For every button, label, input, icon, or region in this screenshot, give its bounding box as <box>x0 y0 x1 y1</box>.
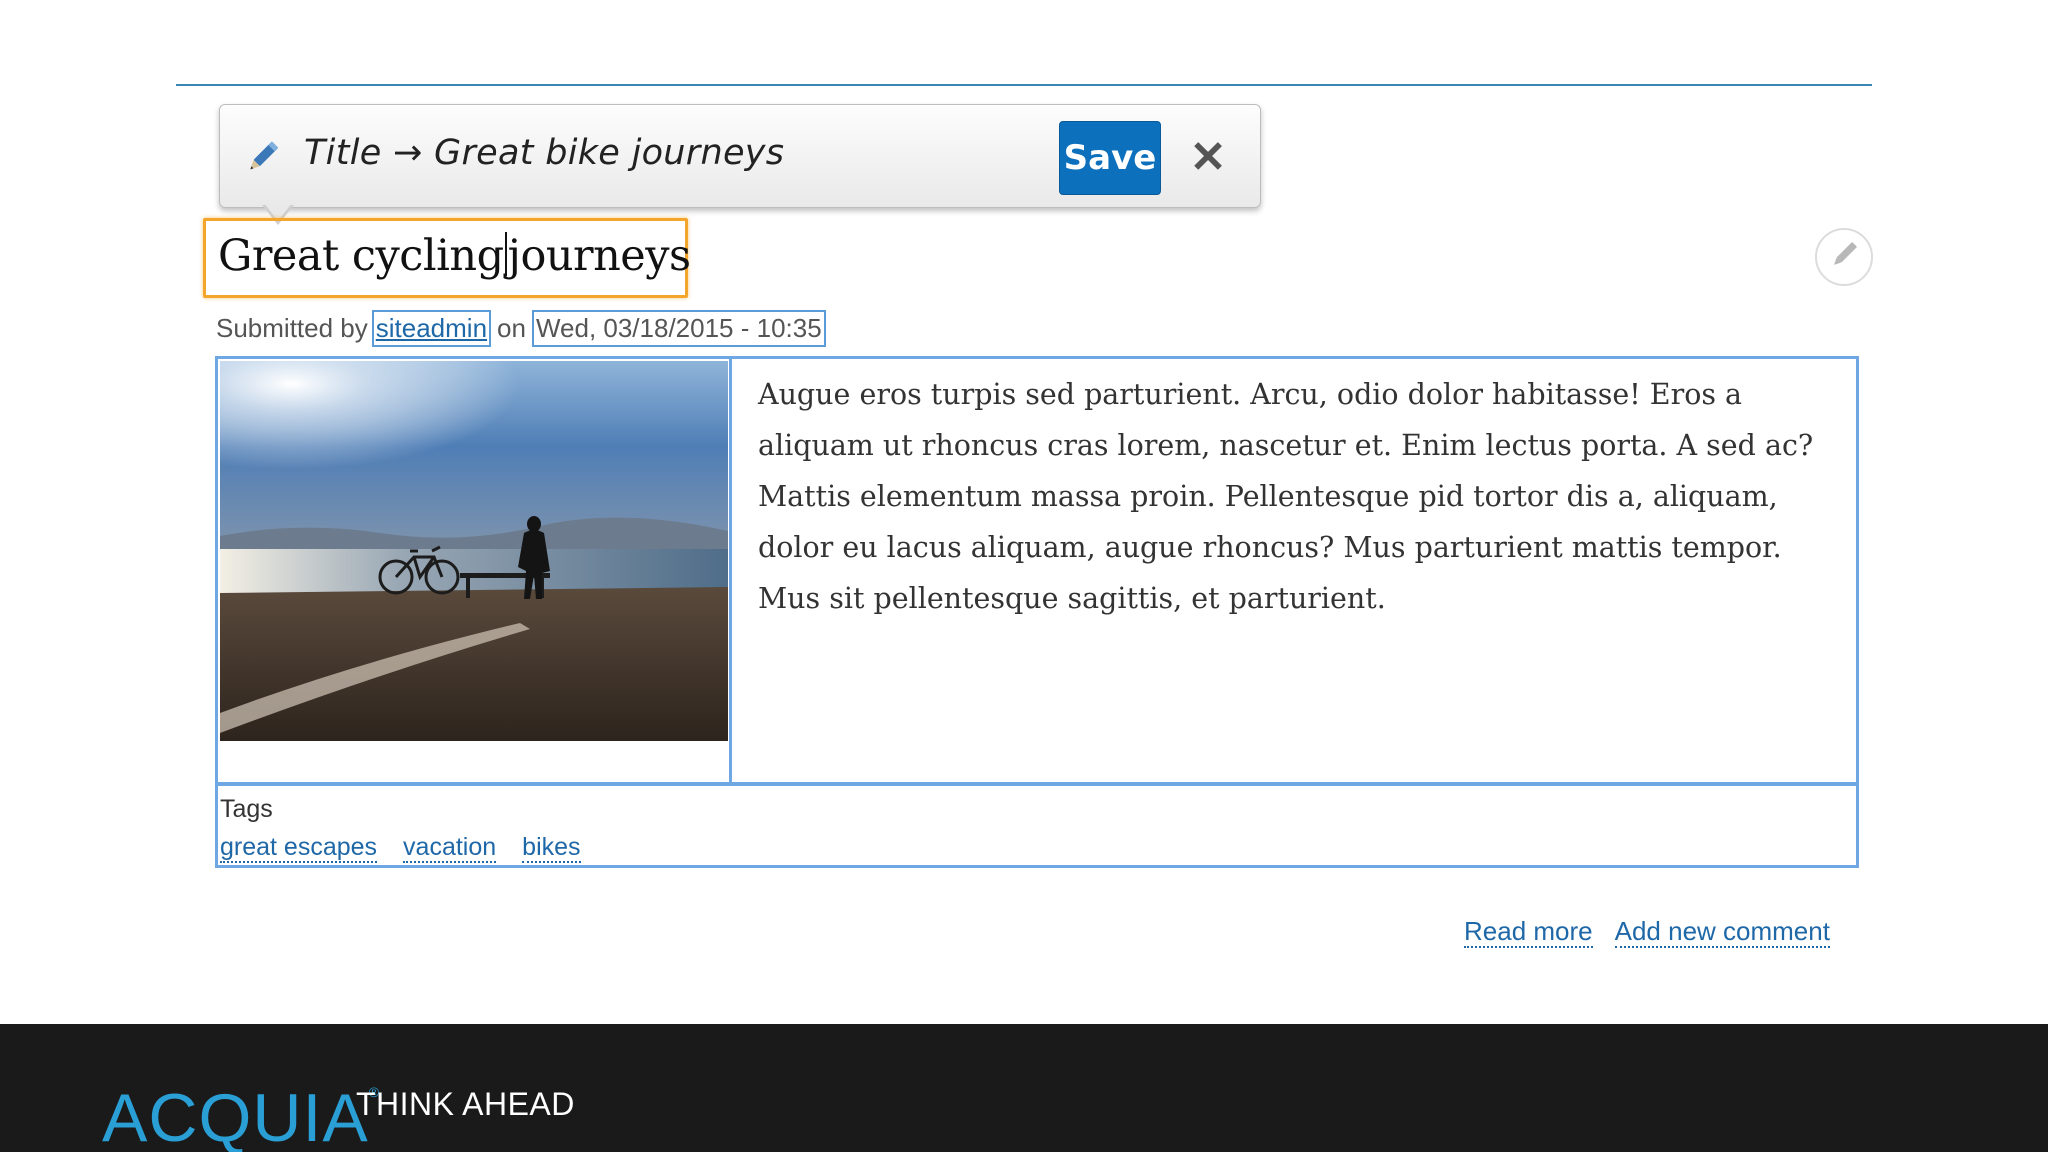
acquia-logo: ACQUIA® <box>102 1080 381 1152</box>
author-link[interactable]: siteadmin <box>371 310 492 347</box>
body-text[interactable]: Augue eros turpis sed parturient. Arcu, … <box>758 369 1848 624</box>
date-field[interactable]: Wed, 03/18/2015 - 10:35 <box>531 310 826 347</box>
tag-link[interactable]: great escapes <box>220 833 378 863</box>
tags-edit-region[interactable]: Tags great escapes vacation bikes <box>215 782 1859 868</box>
tags-label: Tags <box>220 795 273 823</box>
read-more-link[interactable]: Read more <box>1464 916 1593 948</box>
close-icon[interactable]: ✕ <box>1186 133 1230 182</box>
add-comment-link[interactable]: Add new comment <box>1614 916 1830 948</box>
submitted-prefix: Submitted by <box>216 313 368 343</box>
body-edit-region[interactable]: Augue eros turpis sed parturient. Arcu, … <box>215 356 1859 786</box>
text-caret <box>504 232 507 276</box>
save-button[interactable]: Save <box>1059 121 1161 195</box>
toolbar-field-label: Title → Great bike journeys <box>304 133 785 173</box>
tag-link[interactable]: vacation <box>403 833 497 863</box>
on-word: on <box>497 313 526 343</box>
node-links: Read more Add new comment <box>1464 916 1830 948</box>
tagline: THINK AHEAD <box>356 1086 575 1122</box>
title-text[interactable]: Great cyclingjourneys <box>218 231 691 281</box>
footer-band: ACQUIA® THINK AHEAD <box>0 1024 2048 1152</box>
pencil-icon <box>242 137 282 177</box>
pencil-icon <box>1827 238 1861 277</box>
image-field[interactable] <box>218 359 732 786</box>
quickedit-toolbar: Title → Great bike journeys Save ✕ <box>219 104 1261 208</box>
submitted-line: Submitted by siteadmin on Wed, 03/18/201… <box>216 310 826 347</box>
cyclist-lake-photo <box>220 361 728 741</box>
title-edit-field[interactable]: Great cyclingjourneys <box>203 218 691 298</box>
tag-link[interactable]: bikes <box>522 833 581 863</box>
top-divider <box>176 84 1872 86</box>
contextual-edit-button[interactable] <box>1815 228 1873 286</box>
tag-list: great escapes vacation bikes <box>220 833 581 863</box>
